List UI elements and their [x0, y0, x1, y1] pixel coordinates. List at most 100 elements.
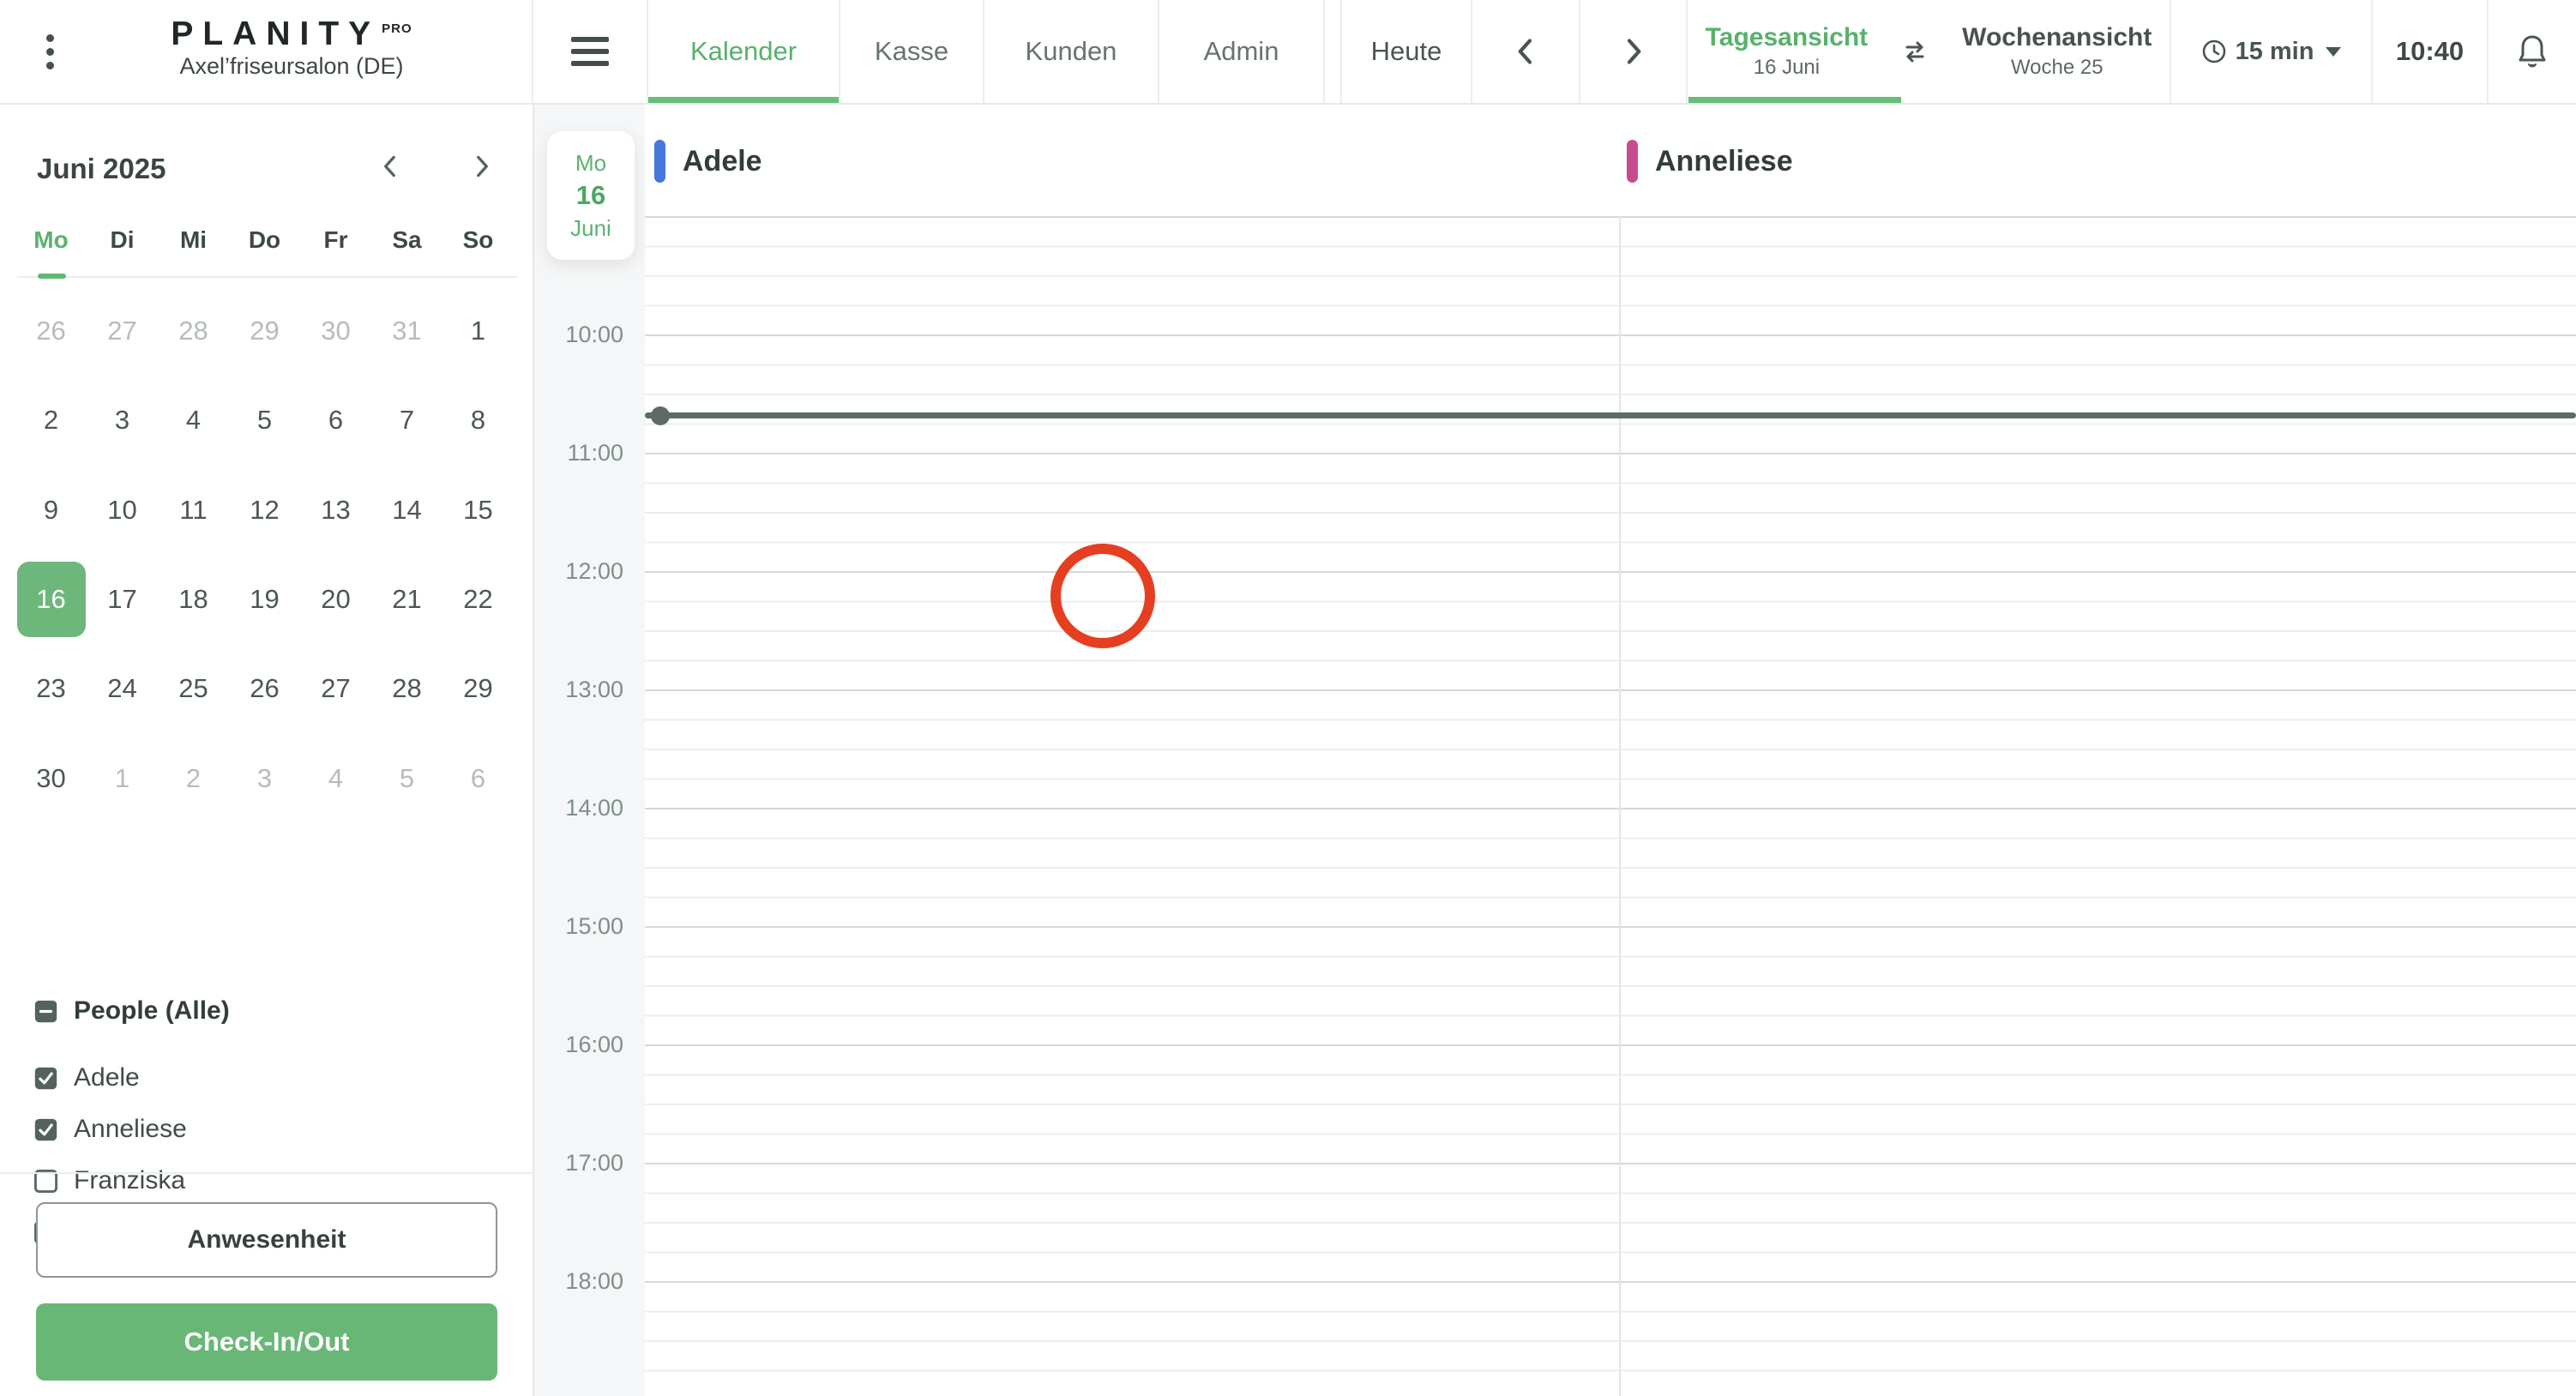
- weekday-label-fr: Fr: [323, 226, 348, 253]
- prev-day-button[interactable]: [1471, 0, 1579, 103]
- mini-calendar-title: Juni 2025: [37, 153, 166, 184]
- mini-date[interactable]: 19: [229, 555, 300, 644]
- interval-dropdown[interactable]: 15 min: [2170, 0, 2371, 103]
- kebab-menu-icon[interactable]: [38, 24, 62, 79]
- mini-date[interactable]: 2: [15, 376, 87, 465]
- hamburger-cell: [532, 0, 647, 103]
- mini-date[interactable]: 30: [300, 286, 371, 376]
- mini-date[interactable]: 17: [87, 555, 158, 644]
- mini-date[interactable]: 28: [158, 286, 229, 376]
- time-gutter: [534, 103, 645, 1396]
- view-switcher: Tagesansicht 16 Juni Wochenansicht Woche…: [1688, 0, 2170, 103]
- mini-date[interactable]: 16: [15, 555, 87, 644]
- mini-calendar-prev-button[interactable]: [371, 147, 409, 185]
- tab-kunden[interactable]: Kunden: [983, 0, 1158, 103]
- mini-date[interactable]: 22: [442, 555, 514, 644]
- mini-date[interactable]: 13: [300, 466, 371, 555]
- current-time-display: 10:40: [2395, 36, 2465, 66]
- mini-date[interactable]: 1: [442, 286, 514, 376]
- week-view-toggle[interactable]: Wochenansicht Woche 25: [1962, 23, 2152, 80]
- tab-kasse[interactable]: Kasse: [839, 0, 983, 103]
- mini-date[interactable]: 26: [229, 644, 300, 733]
- mini-date[interactable]: 20: [300, 555, 371, 644]
- weekday-header-row: Mo Di Mi Do Fr Sa So: [15, 221, 514, 259]
- swap-views-icon[interactable]: [1900, 39, 1929, 64]
- brand-logo: PLANITY PRO Axel’friseursalon (DE): [103, 12, 480, 80]
- mini-date[interactable]: 3: [87, 376, 158, 465]
- mini-date[interactable]: 5: [371, 734, 442, 823]
- weekday-label-so: So: [462, 226, 494, 253]
- logo-pro-badge: PRO: [382, 21, 412, 36]
- people-name: Adele: [74, 1063, 140, 1092]
- people-checkbox-adele[interactable]: Adele: [33, 1063, 140, 1092]
- mini-date[interactable]: 30: [15, 734, 87, 823]
- mini-date[interactable]: 3: [229, 734, 300, 823]
- mini-date[interactable]: 18: [158, 555, 229, 644]
- active-weekday-underline: [38, 274, 66, 279]
- mini-date[interactable]: 4: [300, 734, 371, 823]
- bell-icon: [2519, 35, 2546, 68]
- mini-date[interactable]: 7: [371, 376, 442, 465]
- people-title: People (Alle): [74, 996, 230, 1025]
- mini-date[interactable]: 4: [158, 376, 229, 465]
- people-name: Franziska: [74, 1166, 186, 1194]
- mini-date[interactable]: 6: [300, 376, 371, 465]
- mini-date[interactable]: 23: [15, 644, 87, 733]
- weekday-label-mo: Mo: [33, 226, 69, 253]
- caret-down-icon: [2326, 46, 2342, 57]
- mini-date[interactable]: 9: [15, 466, 87, 555]
- appointment-grid[interactable]: [645, 216, 2576, 1396]
- mini-date[interactable]: 11: [158, 466, 229, 555]
- day-view-toggle[interactable]: Tagesansicht 16 Juni: [1706, 23, 1869, 80]
- people-select-all[interactable]: People (Alle): [33, 996, 230, 1026]
- today-button[interactable]: Heute: [1340, 0, 1471, 103]
- mini-date[interactable]: 24: [87, 644, 158, 733]
- mini-date[interactable]: 27: [300, 644, 371, 733]
- mini-date[interactable]: 31: [371, 286, 442, 376]
- chevron-right-icon: [1627, 39, 1640, 64]
- logo-text: PLANITY PRO: [171, 15, 412, 52]
- weekday-label-mi: Mi: [179, 226, 208, 253]
- people-checkbox-anneliese[interactable]: Anneliese: [33, 1115, 187, 1144]
- clock-cell: 10:40: [2371, 0, 2487, 103]
- attendance-button[interactable]: Anwesenheit: [36, 1202, 497, 1278]
- logo-zone: PLANITY PRO Axel’friseursalon (DE): [0, 0, 532, 103]
- mini-date[interactable]: 6: [442, 734, 514, 823]
- mini-date[interactable]: 8: [442, 376, 514, 465]
- mini-date[interactable]: 28: [371, 644, 442, 733]
- mini-date[interactable]: 10: [87, 466, 158, 555]
- mini-calendar-next-button[interactable]: [463, 147, 501, 185]
- mini-date[interactable]: 15: [442, 466, 514, 555]
- adele-color-flag: [654, 140, 665, 183]
- mini-date[interactable]: 2: [158, 734, 229, 823]
- check-in-out-button[interactable]: Check-In/Out: [36, 1303, 497, 1381]
- mini-date[interactable]: 14: [371, 466, 442, 555]
- mini-date[interactable]: 21: [371, 555, 442, 644]
- column-divider: [1619, 216, 1621, 1396]
- column-header-anneliese: Anneliese: [1627, 140, 1793, 183]
- sidebar: Juni 2025 Mo Di Mi Do Fr Sa So 26 27 28 29 30 31 1 2 3…: [0, 103, 534, 1396]
- selected-date: 16: [16, 562, 86, 638]
- next-day-button[interactable]: [1579, 0, 1688, 103]
- people-checkbox-franziska[interactable]: Franziska: [33, 1166, 185, 1195]
- mini-date[interactable]: 25: [158, 644, 229, 733]
- planity-app: PLANITY PRO Axel’friseursalon (DE) Kalend…: [0, 0, 2576, 1396]
- calendar-main: Mo 16 Juni Adele Anneliese 10:00 11:00 12:…: [534, 103, 2576, 1396]
- salon-name: Axel’friseursalon (DE): [179, 53, 404, 79]
- checked-checkbox-icon: [34, 1118, 57, 1140]
- hamburger-menu-icon[interactable]: [571, 37, 609, 66]
- mini-date[interactable]: 12: [229, 466, 300, 555]
- top-bar: PLANITY PRO Axel’friseursalon (DE) Kalend…: [0, 0, 2576, 105]
- notifications-button[interactable]: [2487, 0, 2576, 103]
- mini-date[interactable]: 29: [229, 286, 300, 376]
- tab-admin[interactable]: Admin: [1158, 0, 1325, 103]
- mini-date[interactable]: 26: [15, 286, 87, 376]
- people-name: Anneliese: [74, 1115, 187, 1143]
- mini-date[interactable]: 5: [229, 376, 300, 465]
- tab-kalender[interactable]: Kalender: [647, 0, 839, 103]
- mini-date[interactable]: 27: [87, 286, 158, 376]
- mini-date[interactable]: 29: [442, 644, 514, 733]
- mini-date[interactable]: 1: [87, 734, 158, 823]
- column-header-adele: Adele: [654, 140, 762, 183]
- chevron-right-icon: [477, 155, 488, 178]
